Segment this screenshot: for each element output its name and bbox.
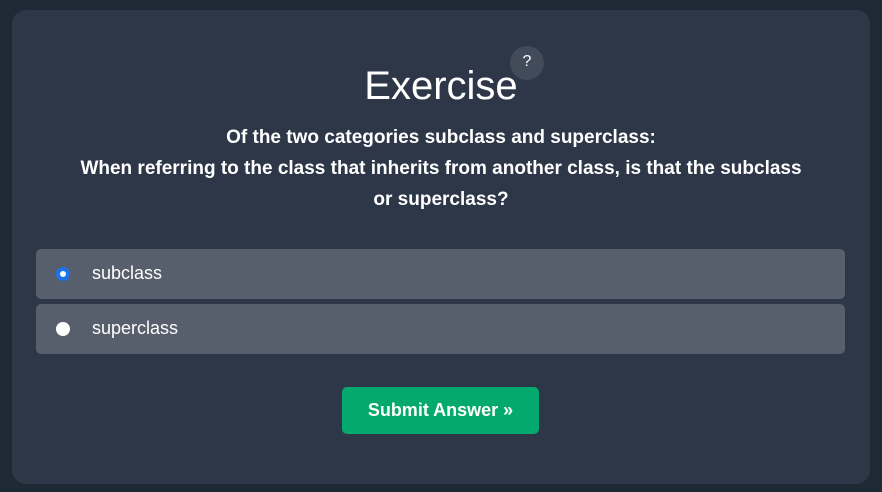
- option-label: superclass: [92, 318, 179, 338]
- question-text: Of the two categories subclass and super…: [72, 122, 810, 215]
- question-line-1: Of the two categories subclass and super…: [226, 127, 656, 148]
- submit-answer-button[interactable]: Submit Answer »: [342, 387, 539, 434]
- exercise-title: Exercise: [12, 64, 870, 109]
- radio-superclass[interactable]: [56, 322, 70, 336]
- exercise-card: Exercise ? Of the two categories subclas…: [12, 10, 870, 484]
- help-button[interactable]: ?: [510, 46, 544, 80]
- question-line-2: When referring to the class that inherit…: [80, 158, 802, 210]
- option-superclass[interactable]: superclass: [36, 304, 845, 354]
- option-subclass[interactable]: subclass: [36, 249, 845, 299]
- radio-subclass[interactable]: [56, 267, 70, 281]
- title-text: Exercise: [364, 64, 518, 108]
- option-label: subclass: [92, 263, 163, 283]
